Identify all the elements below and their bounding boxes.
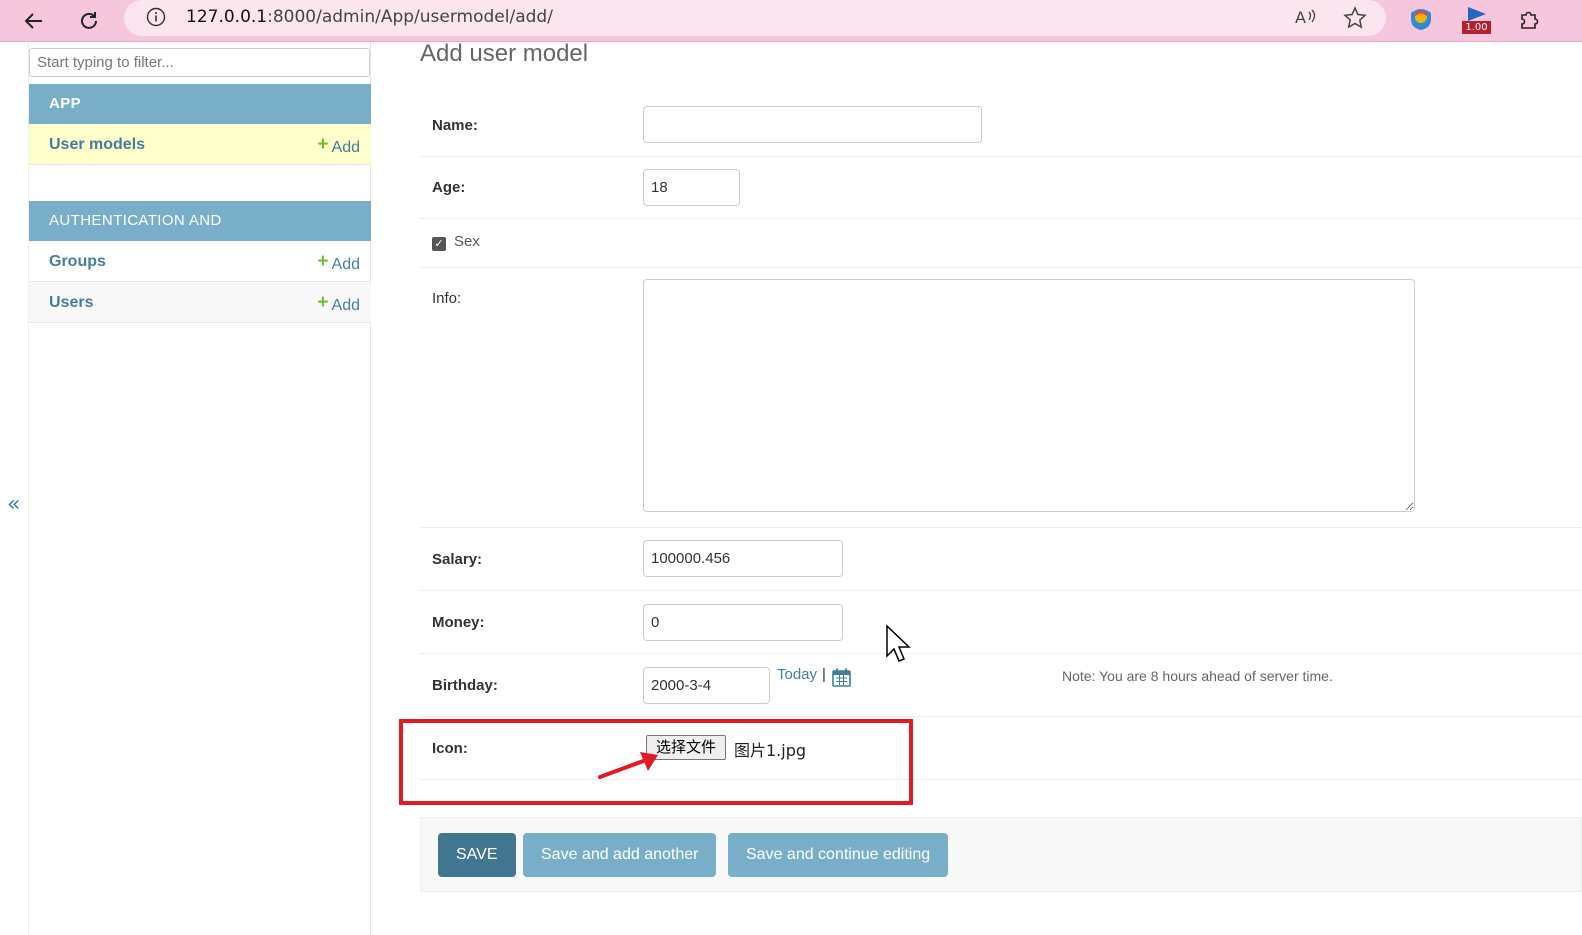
field-row-salary: Salary: [420, 528, 1582, 591]
reload-icon[interactable] [73, 5, 105, 37]
submit-row: SAVE Save and add another Save and conti… [420, 817, 1582, 892]
timezone-note: Note: You are 8 hours ahead of server ti… [1062, 668, 1333, 684]
nav-sidebar: APP User models +Add AUTHENTICATION AND … [28, 42, 371, 935]
field-row-age: Age: [420, 157, 1582, 219]
sidebar-item-users: Users + Add [29, 282, 371, 323]
save-and-add-another-button[interactable]: Save and add another [523, 833, 717, 877]
toggle-nav-sidebar-icon[interactable]: « [7, 492, 20, 517]
extension-badge: 1.00 [1462, 21, 1491, 34]
add-plus-icon: + [317, 134, 329, 155]
url-host: 127.0.0.1 [186, 7, 268, 27]
add-label: Add [331, 139, 360, 156]
info-label: Info: [432, 290, 462, 307]
sidebar-item-groups-link[interactable]: Groups [49, 253, 106, 271]
sex-checkbox[interactable]: ✓ [432, 237, 446, 251]
info-textarea[interactable] [643, 279, 1415, 512]
svg-text:A: A [1295, 8, 1306, 27]
annotation-arrow-icon [598, 752, 658, 779]
field-row-money: Money: [420, 591, 1582, 654]
name-input[interactable] [643, 106, 982, 143]
date-separator: | [822, 666, 826, 683]
sidebar-item-groups: Groups + Add [29, 241, 371, 282]
sidebar-item-user-models: User models + Add [29, 124, 371, 165]
groups-add-link[interactable]: + Add [317, 251, 360, 275]
add-label: Add [331, 297, 360, 314]
today-link[interactable]: Today [777, 666, 817, 683]
browser-toolbar: 127.0.0.1:8000/admin/App/usermodel/add/ … [0, 0, 1582, 42]
site-info-icon[interactable] [146, 7, 166, 31]
read-aloud-icon[interactable]: A [1294, 6, 1318, 32]
add-plus-icon: + [317, 292, 329, 313]
user-models-add-link[interactable]: + Add [317, 134, 360, 158]
nav-filter-input[interactable] [29, 48, 370, 77]
module-caption-auth[interactable]: AUTHENTICATION AND AUTHORIZATION [29, 201, 371, 269]
url-path: :8000/admin/App/usermodel/add/ [267, 7, 553, 27]
sex-label[interactable]: Sex [454, 233, 480, 250]
field-row-info: Info: [420, 268, 1582, 528]
sidebar-item-user-models-link[interactable]: User models [49, 136, 145, 154]
back-icon[interactable] [18, 5, 50, 37]
module-caption-app[interactable]: APP [29, 84, 371, 124]
favorite-star-icon[interactable] [1343, 6, 1367, 34]
mouse-cursor-icon [886, 624, 911, 662]
birthday-label: Birthday: [432, 677, 498, 694]
money-input[interactable] [643, 604, 843, 641]
profile-extension-icon[interactable] [1408, 7, 1434, 35]
page-title: Add user model [420, 40, 589, 67]
sidebar-item-users-link[interactable]: Users [49, 294, 93, 312]
calendar-icon[interactable] [832, 668, 851, 691]
age-label: Age: [432, 179, 466, 196]
salary-label: Salary: [432, 551, 483, 568]
birthday-input[interactable] [643, 667, 770, 704]
salary-input[interactable] [643, 540, 843, 577]
money-label: Money: [432, 614, 485, 631]
name-label: Name: [432, 117, 478, 134]
field-row-name: Name: [420, 94, 1582, 157]
field-row-birthday: Birthday: Today | Note: You are 8 hours … [420, 654, 1582, 717]
field-row-sex: ✓ Sex [420, 219, 1582, 268]
url-text: 127.0.0.1:8000/admin/App/usermodel/add/ [186, 7, 553, 27]
add-label: Add [331, 256, 360, 273]
age-input[interactable] [643, 169, 740, 206]
save-and-continue-editing-button[interactable]: Save and continue editing [728, 833, 949, 877]
save-button[interactable]: SAVE [438, 833, 516, 877]
address-bar[interactable]: 127.0.0.1:8000/admin/App/usermodel/add/ … [124, 0, 1386, 36]
users-add-link[interactable]: + Add [317, 292, 360, 316]
add-plus-icon: + [317, 251, 329, 272]
extensions-puzzle-icon[interactable] [1518, 7, 1542, 35]
